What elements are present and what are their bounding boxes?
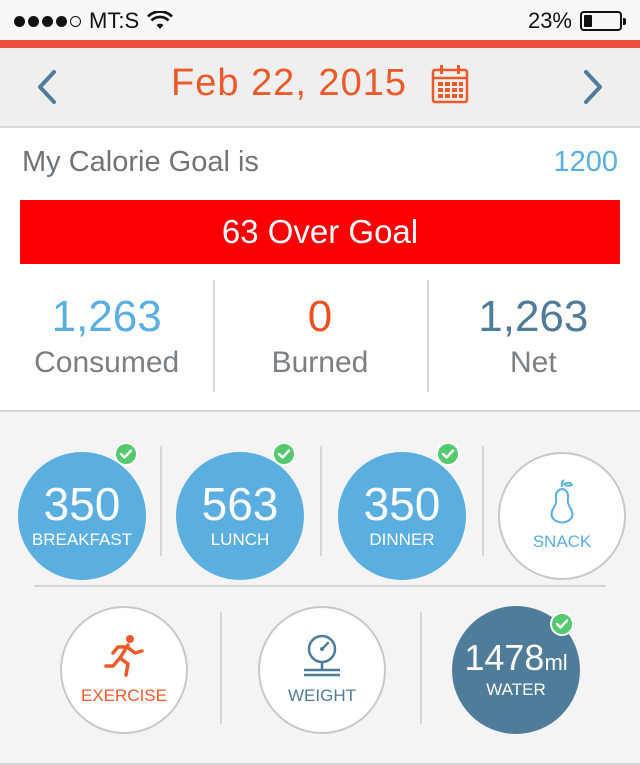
- stat-consumed: 1,263 Consumed: [0, 278, 213, 394]
- meal-tracker: 350 BREAKFAST 563 LUNCH 350 DINNER SNACK: [0, 412, 640, 765]
- snack-button[interactable]: SNACK: [498, 452, 626, 580]
- stat-value: 0: [307, 292, 333, 341]
- calendar-icon[interactable]: [431, 64, 469, 104]
- meal-calories: 350: [363, 478, 441, 530]
- activity-label: EXERCISE: [81, 686, 167, 705]
- meal-label: DINNER: [369, 530, 435, 549]
- checkmark-icon: [272, 442, 296, 466]
- lunch-button[interactable]: 563 LUNCH: [176, 452, 304, 580]
- divider: [220, 612, 222, 724]
- running-person-icon: [104, 635, 144, 677]
- wifi-icon: [147, 11, 174, 29]
- activity-label: WATER: [486, 680, 546, 699]
- signal-strength-icon: [14, 15, 81, 27]
- section-divider: [34, 585, 606, 587]
- pear-icon: [550, 479, 574, 524]
- divider: [482, 446, 484, 556]
- accent-strip: [0, 40, 640, 48]
- battery-level-fill: [584, 15, 592, 27]
- water-amount: 1478ml: [464, 639, 567, 677]
- status-right: 23%: [527, 8, 626, 34]
- water-value: 1478: [464, 637, 545, 678]
- checkmark-icon: [114, 442, 138, 466]
- stat-value: 1,263: [478, 292, 589, 341]
- checkmark-icon: [550, 612, 574, 636]
- stat-burned: 0 Burned: [213, 278, 426, 394]
- chevron-right-icon: [584, 70, 602, 104]
- divider: [320, 446, 322, 556]
- status-bar: MT:S 23%: [0, 0, 640, 40]
- stat-net: 1,263 Net: [426, 278, 640, 394]
- status-left: MT:S: [14, 8, 174, 34]
- date-header: Feb 22, 2015: [0, 48, 640, 128]
- divider: [420, 612, 422, 724]
- carrier-name: MT:S: [89, 8, 140, 33]
- water-unit: ml: [544, 650, 568, 675]
- meal-label: SNACK: [532, 532, 592, 551]
- stat-label: Net: [509, 346, 557, 379]
- stat-label: Consumed: [34, 346, 180, 379]
- goal-status-banner: 63 Over Goal: [20, 200, 620, 264]
- calorie-goal-value[interactable]: 1200: [553, 146, 618, 179]
- exercise-button[interactable]: EXERCISE: [60, 606, 188, 734]
- next-day-button[interactable]: [568, 62, 618, 112]
- meal-calories: 350: [43, 478, 121, 530]
- meal-label: BREAKFAST: [31, 530, 133, 549]
- breakfast-button[interactable]: 350 BREAKFAST: [18, 452, 146, 580]
- calorie-stats: 1,263 Consumed 0 Burned 1,263 Net: [0, 278, 640, 394]
- dinner-button[interactable]: 350 DINNER: [338, 452, 466, 580]
- meal-label: LUNCH: [210, 530, 270, 549]
- battery-icon: [580, 11, 626, 31]
- weight-button[interactable]: WEIGHT: [258, 606, 386, 734]
- calorie-goal-card: My Calorie Goal is 1200 63 Over Goal 1,2…: [0, 128, 640, 412]
- battery-percent: 23%: [527, 8, 572, 33]
- scale-icon: [304, 634, 340, 677]
- checkmark-icon: [436, 442, 460, 466]
- date-selector[interactable]: Feb 22, 2015: [0, 62, 640, 105]
- stat-value: 1,263: [51, 292, 162, 341]
- calorie-goal-label: My Calorie Goal is: [22, 146, 259, 178]
- meal-calories: 563: [201, 478, 279, 530]
- stat-label: Burned: [271, 346, 369, 379]
- activity-label: WEIGHT: [288, 686, 356, 705]
- divider: [160, 446, 162, 556]
- date-label: Feb 22, 2015: [171, 62, 407, 104]
